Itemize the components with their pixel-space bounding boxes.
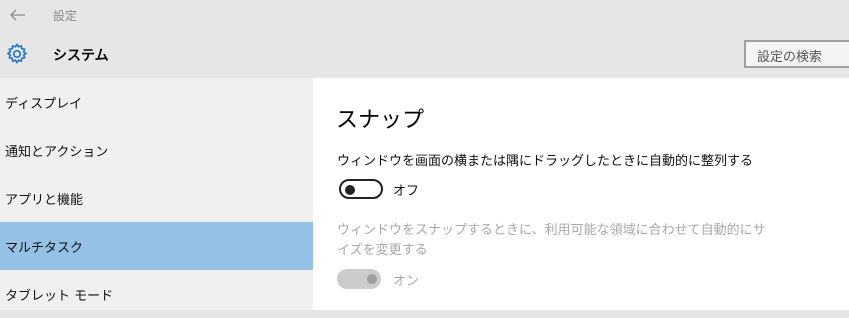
toggle-knob: [367, 274, 377, 284]
toggle-knob: [345, 185, 355, 195]
sidebar-item-multitasking[interactable]: マルチタスク: [0, 222, 313, 270]
back-button[interactable]: [8, 5, 28, 25]
snap-arrange-label: ウィンドウを画面の横または隅にドラッグしたときに自動的に整列する: [337, 154, 754, 169]
section-title: スナップ: [336, 108, 425, 133]
sidebar-item-label: マルチタスク: [5, 240, 84, 256]
snap-arrange-toggle[interactable]: [339, 179, 383, 199]
snap-resize-toggle[interactable]: [337, 269, 381, 289]
sidebar-item-apps-features[interactable]: アプリと機能: [0, 174, 313, 222]
sidebar-item-label: アプリと機能: [5, 192, 84, 208]
back-arrow-icon: [10, 9, 25, 21]
snap-resize-label: ウィンドウをスナップするときに、利用可能な領域に合わせて自動的にサイズを変更する: [337, 223, 766, 258]
snap-arrange-state: オフ: [393, 184, 420, 199]
title-bar: 設定: [0, 0, 849, 30]
window-title: 設定: [53, 9, 78, 23]
sidebar: ディスプレイ 通知とアクション アプリと機能 マルチタスク タブレット モード: [0, 78, 313, 310]
sidebar-item-label: タブレット モード: [5, 288, 114, 304]
sidebar-item-display[interactable]: ディスプレイ: [0, 78, 313, 126]
gear-icon: [6, 43, 28, 64]
search-input[interactable]: 設定の検索: [744, 40, 849, 68]
main-content: スナップ ウィンドウを画面の横または隅にドラッグしたときに自動的に整列する オフ…: [313, 78, 849, 310]
sidebar-item-tablet-mode[interactable]: タブレット モード: [0, 270, 313, 318]
sidebar-item-label: ディスプレイ: [5, 96, 83, 112]
page-title: システム: [53, 48, 109, 64]
sidebar-item-notifications[interactable]: 通知とアクション: [0, 126, 313, 174]
sidebar-item-label: 通知とアクション: [5, 144, 109, 160]
header: システム 設定の検索: [0, 30, 849, 78]
snap-resize-state: オン: [393, 274, 420, 289]
